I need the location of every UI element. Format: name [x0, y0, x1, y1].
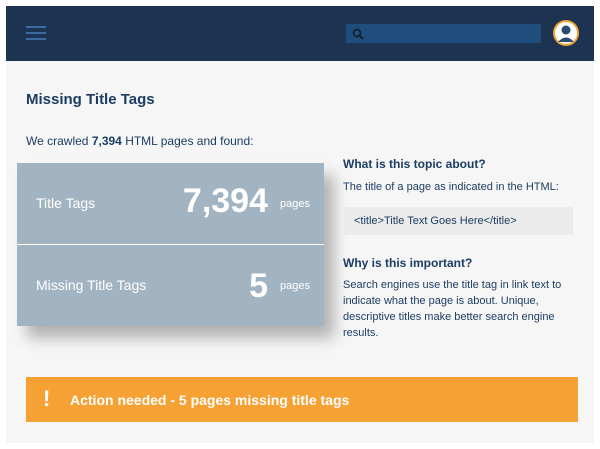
topic-question: What is this topic about? [343, 157, 486, 171]
stat-value: 5 [249, 267, 268, 305]
search-input[interactable] [366, 24, 536, 43]
search-box[interactable] [346, 24, 541, 43]
code-text: <title>Title Text Goes Here</title> [354, 215, 517, 227]
stat-unit: pages [280, 280, 310, 292]
page-title: Missing Title Tags [26, 91, 155, 108]
hamburger-menu-icon[interactable] [26, 26, 46, 40]
crawl-summary: We crawled 7,394 HTML pages and found: [26, 134, 254, 148]
stat-label: Missing Title Tags [36, 277, 147, 293]
crawl-prefix: We crawled [26, 134, 89, 148]
main-content: Missing Title Tags We crawled 7,394 HTML… [6, 61, 594, 443]
stats-panel: Title Tags 7,394 pages Missing Title Tag… [17, 163, 324, 326]
search-icon [352, 28, 364, 40]
stat-value: 7,394 [182, 182, 268, 220]
stat-unit: pages [280, 198, 310, 210]
avatar-person-icon [555, 22, 577, 44]
importance-answer: Search engines use the title tag in link… [343, 279, 562, 339]
alert-message: Action needed - 5 pages missing title ta… [70, 392, 350, 408]
stat-missing-title-tags: Missing Title Tags 5 pages [17, 245, 324, 326]
stat-title-tags: Title Tags 7,394 pages [17, 163, 324, 245]
action-needed-banner[interactable]: ! Action needed - 5 pages missing title … [26, 377, 578, 422]
user-avatar[interactable] [553, 20, 579, 46]
crawl-suffix: HTML pages and found: [125, 134, 254, 148]
crawl-count: 7,394 [91, 134, 122, 148]
importance-question: Why is this important? [343, 256, 473, 270]
topic-answer: The title of a page as indicated in the … [343, 181, 559, 193]
warning-icon: ! [43, 386, 51, 411]
code-sample: <title>Title Text Goes Here</title> [343, 207, 573, 235]
stat-label: Title Tags [36, 195, 96, 211]
top-navigation-bar [6, 6, 594, 61]
